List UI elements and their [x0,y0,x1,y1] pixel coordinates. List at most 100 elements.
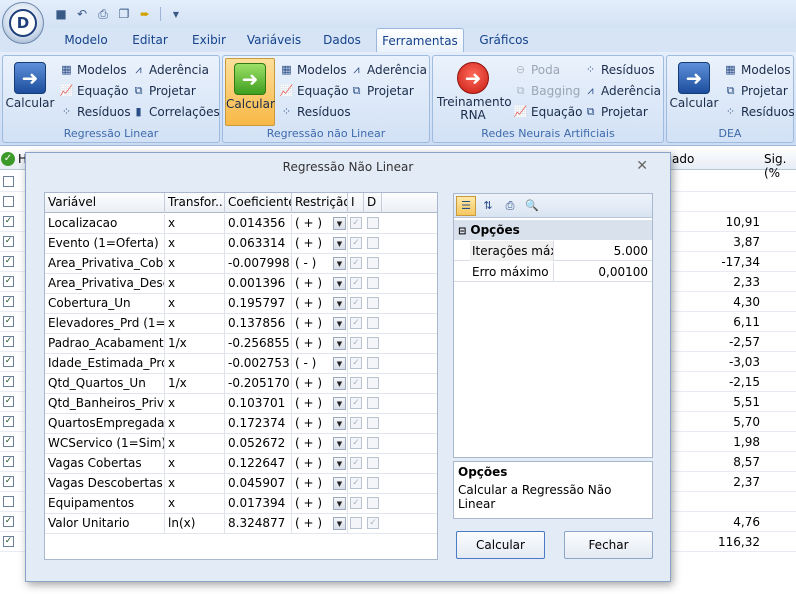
checkbox-i[interactable]: ✓ [350,257,362,269]
property-row-iteracoes[interactable]: Iterações máxi 5.000 [454,241,652,261]
checkbox-i[interactable]: ✓ [350,317,362,329]
categorized-icon[interactable]: ☰ [456,195,476,216]
copy-icon[interactable]: ❐ [115,5,133,23]
table-row[interactable]: Area_Privativa_Cobertx-0.007998( - )▼✓ [45,254,437,274]
check-all-icon[interactable]: ✓ [1,152,15,166]
tab-editar[interactable]: Editar [122,28,178,52]
equacao-rna-button[interactable]: 📈 Equação [513,102,583,122]
transformation-cell[interactable]: x [165,314,225,334]
row-checkbox[interactable]: ✓ [3,476,14,487]
row-checkbox[interactable]: ✓ [3,236,14,247]
collapse-icon[interactable]: ⊟ [458,226,466,237]
calcular-button[interactable]: Calcular [456,531,545,559]
checkbox-i[interactable]: ✓ [350,237,362,249]
table-row[interactable]: Vagas Descobertas x 0.045907( + ) ▼ ✓ [45,474,437,494]
restriction-dropdown[interactable]: ▼ [292,294,348,314]
property-value[interactable]: 0,00100 [554,262,650,282]
row-checkbox[interactable]: ✓ [3,276,14,287]
property-value[interactable]: 5.000 [554,241,650,261]
print-icon[interactable]: ⎙ [500,196,520,216]
chevron-down-icon[interactable]: ▼ [333,237,346,250]
table-row[interactable]: Cobertura_Un x 0.195797( + ) ▼ ✓ [45,294,437,314]
chevron-down-icon[interactable]: ▼ [333,437,346,450]
chevron-down-icon[interactable]: ▼ [333,317,346,330]
checkbox-i[interactable]: ✓ [350,437,362,449]
table-row[interactable]: QuartosEmpregada (1x0.172374( + )▼✓ [45,414,437,434]
row-checkbox[interactable]: ✓ [3,536,14,547]
restriction-dropdown[interactable]: ▼ [292,414,348,434]
transformation-cell[interactable]: x [165,414,225,434]
table-row[interactable]: Vagas Cobertas x 0.122647( + ) ▼ ✓ [45,454,437,474]
chevron-down-icon[interactable]: ▼ [333,357,346,370]
chevron-down-icon[interactable]: ▼ [333,277,346,290]
table-row[interactable]: Elevadores_Prd (1=Sinx0.137856( + )▼✓ [45,314,437,334]
transformation-cell[interactable]: x [165,474,225,494]
transformation-cell[interactable]: x [165,354,225,374]
transformation-cell[interactable]: ln(x) [165,514,225,534]
checkbox-i[interactable]: ✓ [350,297,362,309]
checkbox-d[interactable]: ✓ [367,517,379,529]
checkbox-d[interactable] [367,437,379,449]
print-icon[interactable]: ⎙ [94,5,112,23]
equacao-nao-linear-button[interactable]: 📈 Equação [279,81,349,101]
arrow-icon[interactable]: ➨ [136,5,154,23]
checkbox-d[interactable] [367,317,379,329]
table-row[interactable]: Idade_Estimada_Prd x -0.002753( - ) ▼ ✓ [45,354,437,374]
transformation-cell[interactable]: x [165,494,225,514]
row-checkbox[interactable]: ✓ [3,436,14,447]
transformation-cell[interactable]: x [165,234,225,254]
checkbox-i[interactable]: ✓ [350,277,362,289]
row-checkbox[interactable]: ✓ [3,396,14,407]
modelos-dea-button[interactable]: ▦ Modelos [723,60,790,80]
transformation-cell[interactable]: 1/x [165,374,225,394]
checkbox-i[interactable]: ✓ [350,217,362,229]
restriction-dropdown[interactable]: ▼ [292,254,348,274]
modelos-nao-linear-button[interactable]: ▦ Modelos [279,60,346,80]
calcular-nao-linear-button[interactable]: ➜ Calcular [225,58,275,126]
projetar-linear-button[interactable]: ⧉ Projetar [131,81,196,101]
projetar-nao-linear-button[interactable]: ⧉ Projetar [349,81,414,101]
restriction-dropdown[interactable]: ▼ [292,314,348,334]
chevron-down-icon[interactable]: ▼ [333,477,346,490]
chevron-down-icon[interactable]: ▼ [333,217,346,230]
checkbox-i[interactable]: ✓ [350,357,362,369]
transformation-cell[interactable]: x [165,394,225,414]
tab-variaveis[interactable]: Variáveis [240,28,308,52]
property-row-erro[interactable]: Erro máximo 0,00100 [454,262,652,282]
checkbox-d[interactable] [367,297,379,309]
aderencia-nao-linear-button[interactable]: ⩘ Aderência [349,60,427,80]
close-icon[interactable]: ✕ [636,158,648,174]
row-checkbox[interactable]: ✓ [3,416,14,427]
chevron-down-icon[interactable]: ▼ [333,337,346,350]
transformation-cell[interactable]: x [165,434,225,454]
row-checkbox[interactable]: ✓ [3,456,14,467]
restriction-dropdown[interactable]: ▼ [292,374,348,394]
treinamento-rna-button[interactable]: ➜ Treinamento RNA [437,58,512,126]
save-icon[interactable]: ■ [52,5,70,23]
print-preview-icon[interactable]: 🔍 [522,196,542,216]
sort-az-icon[interactable]: ⇅ [478,196,498,216]
aderencia-rna-button[interactable]: ⩘ Aderência [583,81,661,101]
chevron-down-icon[interactable]: ▼ [333,497,346,510]
row-checkbox[interactable]: ✓ [3,356,14,367]
checkbox-d[interactable] [367,217,379,229]
row-checkbox[interactable] [3,496,14,507]
projetar-dea-button[interactable]: ⧉ Projetar [723,81,788,101]
checkbox-i[interactable]: ✓ [350,377,362,389]
residuos-linear-button[interactable]: ⁘ Resíduos [59,102,131,122]
transformation-cell[interactable]: x [165,214,225,234]
property-category[interactable]: ⊟ Opções [454,220,652,240]
equacao-linear-button[interactable]: 📈 Equação [59,81,129,101]
row-checkbox[interactable]: ✓ [3,376,14,387]
row-checkbox[interactable]: ✓ [3,316,14,327]
table-row[interactable]: Qtd_Banheiros_Privatix0.103701( + )▼✓ [45,394,437,414]
table-row[interactable]: Area_Privativa_Descobx0.001396( + )▼✓ [45,274,437,294]
row-checkbox[interactable] [3,176,14,187]
restriction-dropdown[interactable]: ▼ [292,334,348,354]
residuos-dea-button[interactable]: ⁘ Resíduos [723,102,795,122]
checkbox-d[interactable] [367,397,379,409]
restriction-dropdown[interactable]: ▼ [292,214,348,234]
restriction-dropdown[interactable]: ▼ [292,474,348,494]
checkbox-i[interactable]: ✓ [350,497,362,509]
tab-dados[interactable]: Dados [312,28,372,52]
